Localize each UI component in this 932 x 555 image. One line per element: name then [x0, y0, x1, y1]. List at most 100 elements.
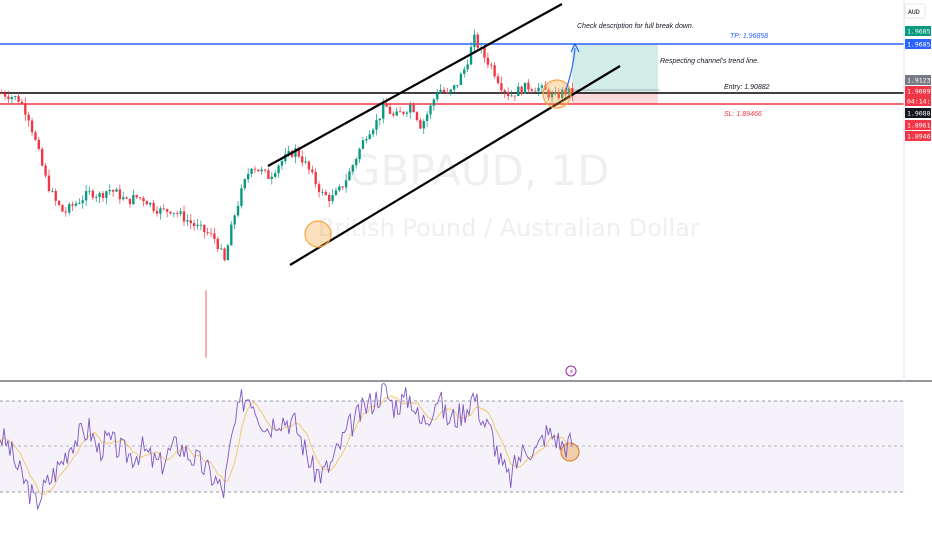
watermark-name: British Pound / Australian Dollar: [318, 214, 700, 242]
candle-body: [412, 104, 415, 113]
candle-body: [118, 189, 122, 200]
candle-body: [30, 120, 34, 133]
candle-body: [392, 113, 395, 116]
candle-body: [267, 170, 270, 180]
candle-body: [446, 92, 449, 94]
candle-body: [442, 89, 446, 93]
candle-body: [496, 76, 500, 84]
candle-body: [71, 204, 74, 206]
candle-body: [176, 212, 179, 214]
stop-loss-zone[interactable]: [572, 92, 658, 104]
candle-body: [142, 198, 145, 202]
candle-body: [192, 223, 196, 227]
candle-body: [452, 85, 456, 90]
candle-body: [179, 211, 182, 214]
trading-chart[interactable]: GBPAUD, 1D British Pound / Australian Do…: [0, 0, 932, 550]
candle-body: [503, 90, 506, 93]
candle-body: [155, 210, 159, 214]
candle-body: [540, 85, 544, 88]
candle-body: [375, 120, 378, 130]
candle-body: [466, 64, 469, 70]
candle-body: [10, 97, 13, 100]
candle-body: [172, 212, 176, 214]
candle-body: [135, 194, 138, 198]
candle-body: [277, 165, 280, 174]
candle-body: [338, 186, 341, 191]
candle-body: [449, 89, 452, 93]
chart-canvas[interactable]: GBPAUD, 1D British Pound / Australian Do…: [0, 0, 932, 550]
candle-body: [257, 169, 260, 172]
candle-body: [395, 111, 398, 116]
candle-body: [253, 168, 257, 170]
candle-body: [7, 96, 10, 100]
candle-body: [317, 184, 321, 193]
candle-body: [101, 193, 105, 198]
candle-body: [88, 190, 91, 192]
candle-body: [196, 224, 199, 227]
description-note[interactable]: Check description for full break down.: [577, 23, 694, 30]
candle-body: [3, 93, 7, 97]
candle-body: [17, 96, 20, 102]
candle-body: [263, 169, 267, 171]
candle-body: [27, 114, 30, 121]
candle-body: [41, 149, 44, 166]
watermark-symbol: GBPAUD, 1D: [348, 146, 610, 195]
candle-body: [432, 99, 436, 106]
candle-body: [398, 111, 402, 113]
candle-body: [68, 204, 71, 213]
candle-body: [527, 82, 530, 90]
candle-body: [209, 232, 213, 234]
candle-body: [517, 86, 520, 96]
candle-body: [98, 193, 101, 197]
candle-body: [520, 86, 523, 94]
candle-body: [537, 87, 540, 92]
candle-body: [246, 174, 250, 180]
price-tag-label: 1.90882: [907, 110, 932, 118]
currency-label: AUD: [908, 8, 920, 16]
candle-body: [159, 208, 162, 214]
candle-body: [405, 112, 409, 114]
candle-body: [37, 139, 41, 150]
candle-body: [0, 93, 3, 94]
candle-body: [54, 190, 57, 201]
candle-body: [152, 202, 155, 211]
candle-body: [14, 96, 17, 98]
candle-body: [490, 64, 493, 66]
candle-body: [250, 168, 253, 175]
candle-body: [334, 190, 338, 196]
candle-body: [436, 93, 439, 100]
candle-body: [61, 204, 64, 212]
candle-body: [304, 161, 307, 163]
candle-body: [219, 248, 223, 250]
price-tag-label: 1.90892: [907, 88, 932, 96]
candle-body: [388, 106, 392, 114]
candle-body: [91, 190, 95, 198]
price-tag-label: 1.96858: [907, 41, 932, 49]
candle-body: [240, 188, 243, 206]
candle-body: [506, 92, 510, 97]
candle-body: [189, 220, 192, 224]
candle-body: [483, 47, 486, 58]
candle-body: [473, 34, 476, 48]
candle-body: [301, 156, 304, 163]
candle-body: [378, 118, 382, 121]
candle-body: [314, 172, 317, 185]
candle-body: [513, 95, 517, 97]
candle-body: [459, 73, 463, 85]
price-tag-label: 1.96858: [907, 28, 932, 36]
candle-body: [355, 159, 358, 166]
candle-body: [365, 139, 368, 141]
candle-body: [145, 201, 149, 205]
candle-body: [162, 208, 165, 210]
candle-body: [533, 90, 537, 92]
candle-body: [510, 95, 513, 97]
candle-body: [274, 173, 277, 177]
candle-body: [429, 105, 432, 115]
candle-body: [111, 189, 115, 192]
candle-body: [51, 190, 54, 192]
sl-label: SL: 1.89466: [724, 111, 762, 118]
candle-body: [236, 205, 240, 216]
candle-body: [476, 34, 479, 48]
candle-body: [260, 169, 263, 172]
trendline-note[interactable]: Respecting channel's trend line.: [660, 58, 759, 65]
